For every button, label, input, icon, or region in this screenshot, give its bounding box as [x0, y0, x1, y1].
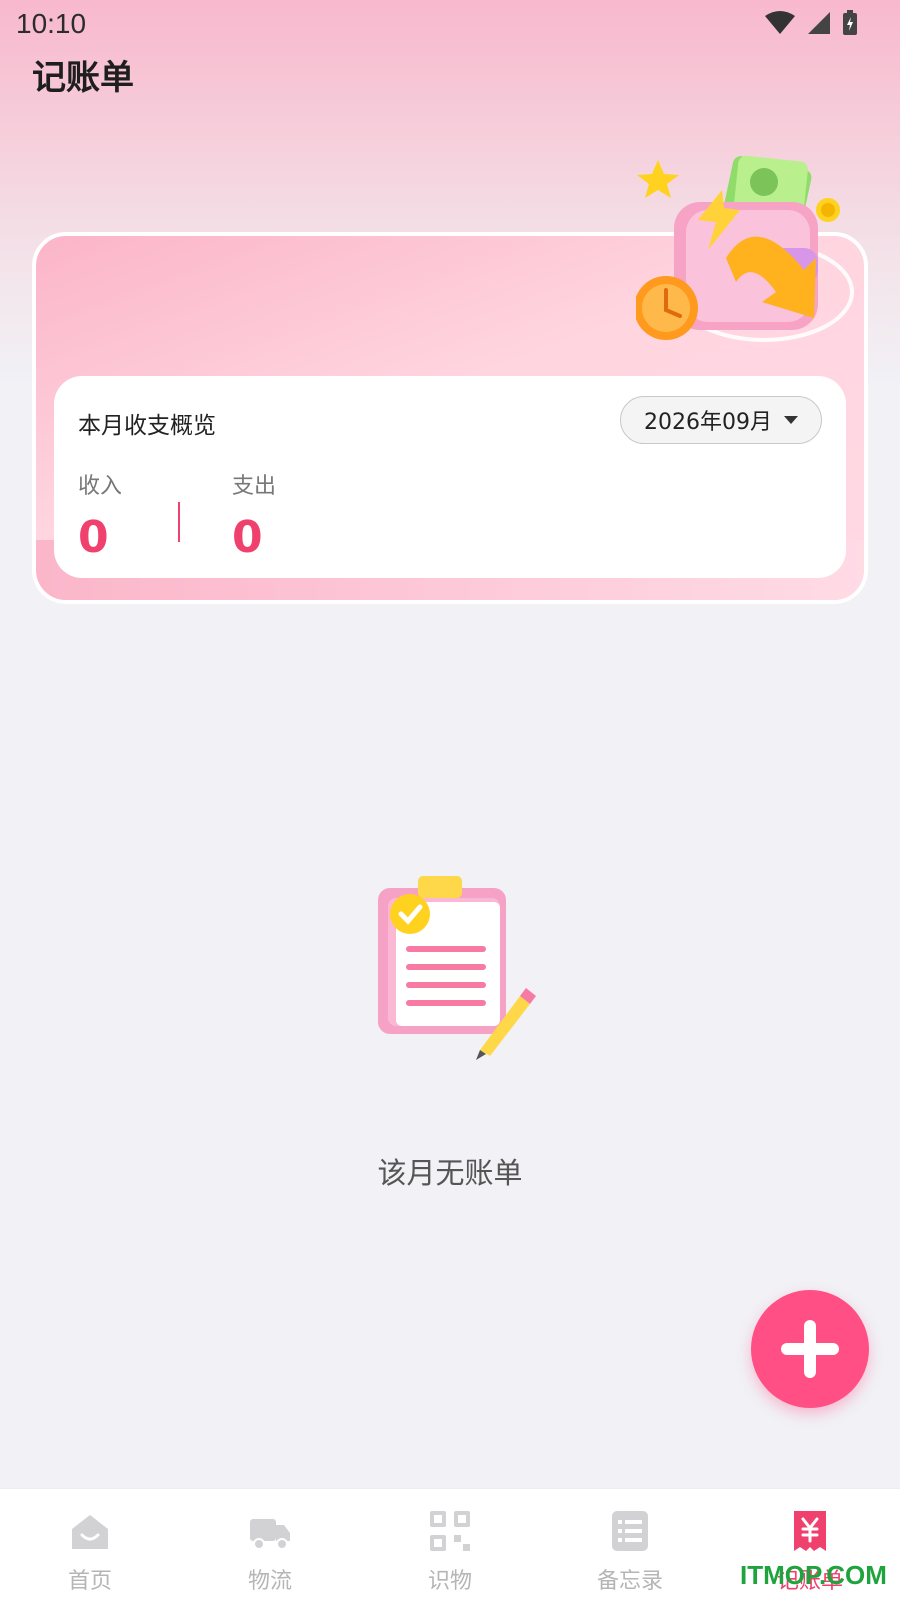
watermark: ITMOP.COM [740, 1560, 887, 1590]
nav-item-logistics[interactable]: 物流 [180, 1489, 360, 1601]
signal-icon [808, 12, 830, 34]
nav-item-home[interactable]: 首页 [0, 1489, 180, 1601]
battery-icon [843, 10, 857, 35]
nav-item-identify[interactable]: 识物 [360, 1489, 540, 1601]
nav-label: 备忘录 [596, 1569, 663, 1594]
nav-label: 物流 [247, 1569, 292, 1594]
expense-label: 支出 [232, 474, 277, 499]
add-bill-button[interactable] [751, 1290, 869, 1408]
page-title: 记账单 [32, 58, 134, 98]
wallet-illustration [636, 155, 854, 342]
wifi-icon [765, 11, 795, 34]
status-bar: 10:10 [0, 0, 900, 48]
status-icons [764, 10, 858, 36]
nav-item-memo[interactable]: 备忘录 [540, 1489, 720, 1601]
summary-panel: 本月收支概览 2026年09月 收入 0 支出 0 [54, 376, 846, 578]
status-time: 10:10 [16, 8, 87, 39]
summary-title: 本月收支概览 [78, 413, 216, 439]
truck-icon [250, 1519, 290, 1550]
month-selector[interactable]: 2026年09月 [620, 396, 822, 444]
caret-down-icon [783, 416, 798, 424]
bill-icon [794, 1511, 826, 1551]
empty-clipboard-illustration [378, 876, 536, 1060]
income-value: 0 [78, 512, 109, 563]
nav-label: 首页 [67, 1569, 112, 1594]
expense-value: 0 [232, 512, 263, 563]
income-label: 收入 [78, 474, 123, 499]
nav-label: 识物 [427, 1569, 472, 1594]
qr-scan-icon [430, 1511, 470, 1551]
memo-icon [612, 1511, 648, 1551]
home-icon [72, 1515, 108, 1549]
empty-state-message: 该月无账单 [377, 1156, 523, 1190]
summary-divider [178, 502, 180, 542]
month-selector-value: 2026年09月 [644, 410, 772, 435]
